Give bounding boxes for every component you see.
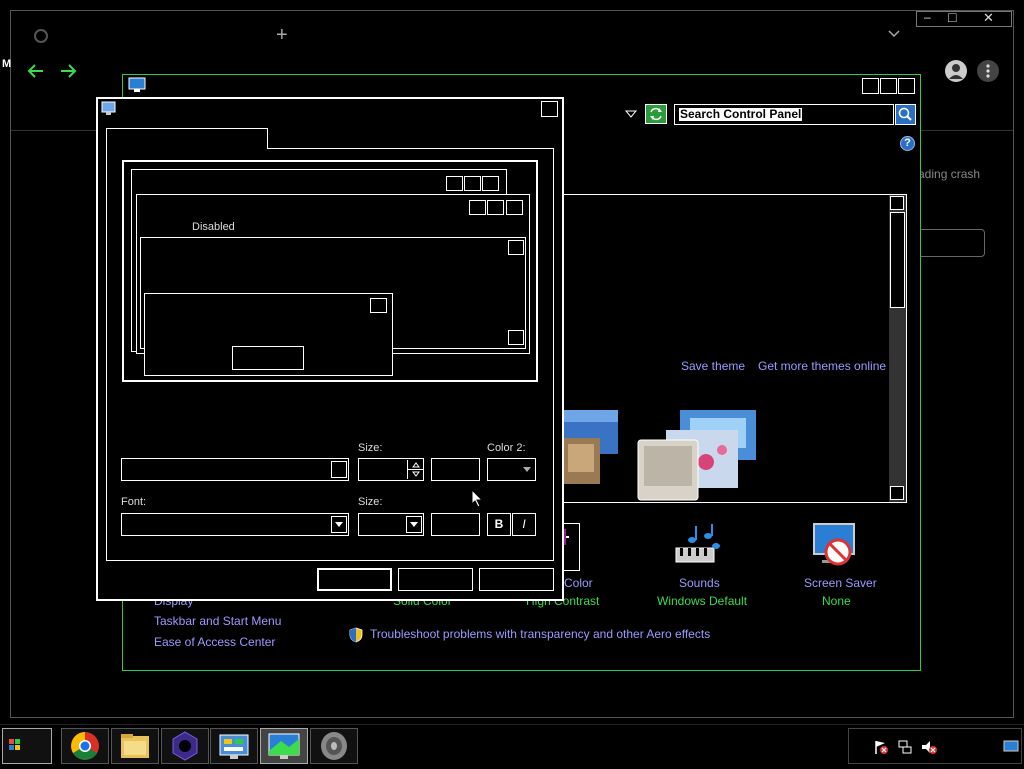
- control-panel-title-icon: [128, 77, 146, 93]
- browser-window-controls: – □ ✕: [916, 9, 1012, 27]
- new-tab-button[interactable]: +: [276, 24, 288, 47]
- browser-menu-icon[interactable]: [977, 60, 999, 82]
- screen-saver-icon[interactable]: [810, 520, 862, 570]
- cp-minimize-button[interactable]: [862, 78, 879, 94]
- minimize-button[interactable]: –: [924, 10, 931, 24]
- size-label-2: Size:: [358, 496, 383, 508]
- tab-top-line: [267, 148, 554, 149]
- item-select-arrow[interactable]: [331, 461, 347, 478]
- preview-disabled-label: Disabled: [192, 221, 235, 233]
- browser-left-edge-char: M: [2, 58, 12, 70]
- sounds-subtitle[interactable]: Windows Default: [657, 594, 747, 608]
- taskbar-control-panel-button[interactable]: [210, 728, 258, 764]
- theme-thumbnail-landscapes[interactable]: [562, 410, 620, 488]
- maximize-button[interactable]: □: [948, 9, 956, 25]
- active-close-button: [506, 200, 523, 215]
- screen-saver-title[interactable]: Screen Saver: [804, 576, 877, 590]
- font-label: Font:: [121, 496, 147, 508]
- close-button[interactable]: ✕: [983, 10, 994, 26]
- get-more-themes-link[interactable]: Get more themes online: [758, 359, 886, 373]
- font-select[interactable]: [121, 513, 349, 536]
- inactive-min-button: [446, 176, 463, 191]
- active-min-button: [469, 200, 486, 215]
- color2-arrow-icon[interactable]: [522, 465, 532, 473]
- search-control-panel-input[interactable]: Search Control Panel: [674, 104, 894, 125]
- troubleshoot-aero-link[interactable]: Troubleshoot problems with transparency …: [370, 627, 710, 641]
- cp-maximize-button[interactable]: [880, 78, 897, 94]
- page-truncated-text: ading crash: [918, 167, 981, 181]
- dialog-title-icon: [101, 101, 117, 117]
- search-input-value: Search Control Panel: [679, 107, 803, 121]
- back-arrow-icon[interactable]: [27, 63, 45, 79]
- sounds-title[interactable]: Sounds: [679, 576, 720, 590]
- tab-search-chevron-icon[interactable]: [887, 28, 901, 40]
- page-input-field[interactable]: [918, 229, 985, 257]
- volume-muted-icon[interactable]: [920, 739, 938, 755]
- color2-label: Color 2:: [487, 442, 526, 454]
- active-max-button: [487, 200, 504, 215]
- taskbar-chrome-button[interactable]: [61, 728, 109, 764]
- italic-button[interactable]: I: [512, 513, 536, 536]
- font-size-arrow[interactable]: [406, 516, 422, 533]
- scroll-thumb[interactable]: [890, 212, 905, 308]
- address-dropdown-arrow-icon[interactable]: [625, 109, 637, 119]
- taskbar-app-button[interactable]: [161, 728, 209, 764]
- show-desktop-icon[interactable]: [1003, 740, 1019, 754]
- font-select-arrow[interactable]: [331, 516, 347, 533]
- message-box-ok-button: [232, 346, 304, 370]
- taskbar-display-button[interactable]: [260, 728, 308, 764]
- chrome-tab-favicon[interactable]: [34, 29, 48, 43]
- preview-scroll-down: [508, 330, 524, 345]
- network-icon[interactable]: [897, 739, 913, 755]
- help-icon[interactable]: ?: [900, 136, 915, 151]
- cancel-button[interactable]: [398, 568, 473, 591]
- color1-button[interactable]: [431, 458, 480, 481]
- inactive-close-button: [482, 176, 499, 191]
- message-box-close: [370, 298, 387, 313]
- sounds-icon[interactable]: [672, 522, 722, 568]
- see-also-ease-of-access-link[interactable]: Ease of Access Center: [154, 635, 275, 649]
- cp-close-button[interactable]: [898, 78, 915, 94]
- refresh-button[interactable]: [645, 104, 667, 124]
- preview-scroll-up: [508, 240, 524, 255]
- search-icon[interactable]: [895, 104, 916, 125]
- size-label-1: Size:: [358, 442, 383, 454]
- taskbar-file-explorer-button[interactable]: [111, 728, 159, 764]
- taskbar-sound-button[interactable]: [310, 728, 358, 764]
- start-button[interactable]: [2, 728, 52, 764]
- see-also-taskbar-link[interactable]: Taskbar and Start Menu: [154, 614, 281, 628]
- scroll-up-button[interactable]: [890, 196, 904, 210]
- profile-avatar-icon[interactable]: [945, 60, 967, 82]
- action-center-flag-icon[interactable]: [873, 739, 889, 755]
- apply-button[interactable]: [479, 568, 554, 591]
- ok-button[interactable]: [317, 568, 392, 591]
- forward-arrow-icon[interactable]: [59, 63, 77, 79]
- window-color-title[interactable]: Color: [564, 576, 593, 590]
- uac-shield-icon: [349, 627, 363, 643]
- save-theme-link[interactable]: Save theme: [681, 359, 745, 373]
- item-select[interactable]: [121, 458, 349, 481]
- spinner-arrows-icon[interactable]: [407, 460, 424, 479]
- dialog-close-button[interactable]: [541, 101, 558, 117]
- inactive-max-button: [464, 176, 481, 191]
- dialog-tab-appearance[interactable]: [106, 128, 268, 149]
- scroll-down-button[interactable]: [890, 486, 904, 500]
- bold-button[interactable]: B: [487, 513, 511, 536]
- font-color-button[interactable]: [431, 513, 480, 536]
- screen-saver-subtitle[interactable]: None: [822, 594, 851, 608]
- theme-thumbnail-nature[interactable]: [636, 406, 758, 502]
- mouse-cursor-icon: [471, 489, 483, 508]
